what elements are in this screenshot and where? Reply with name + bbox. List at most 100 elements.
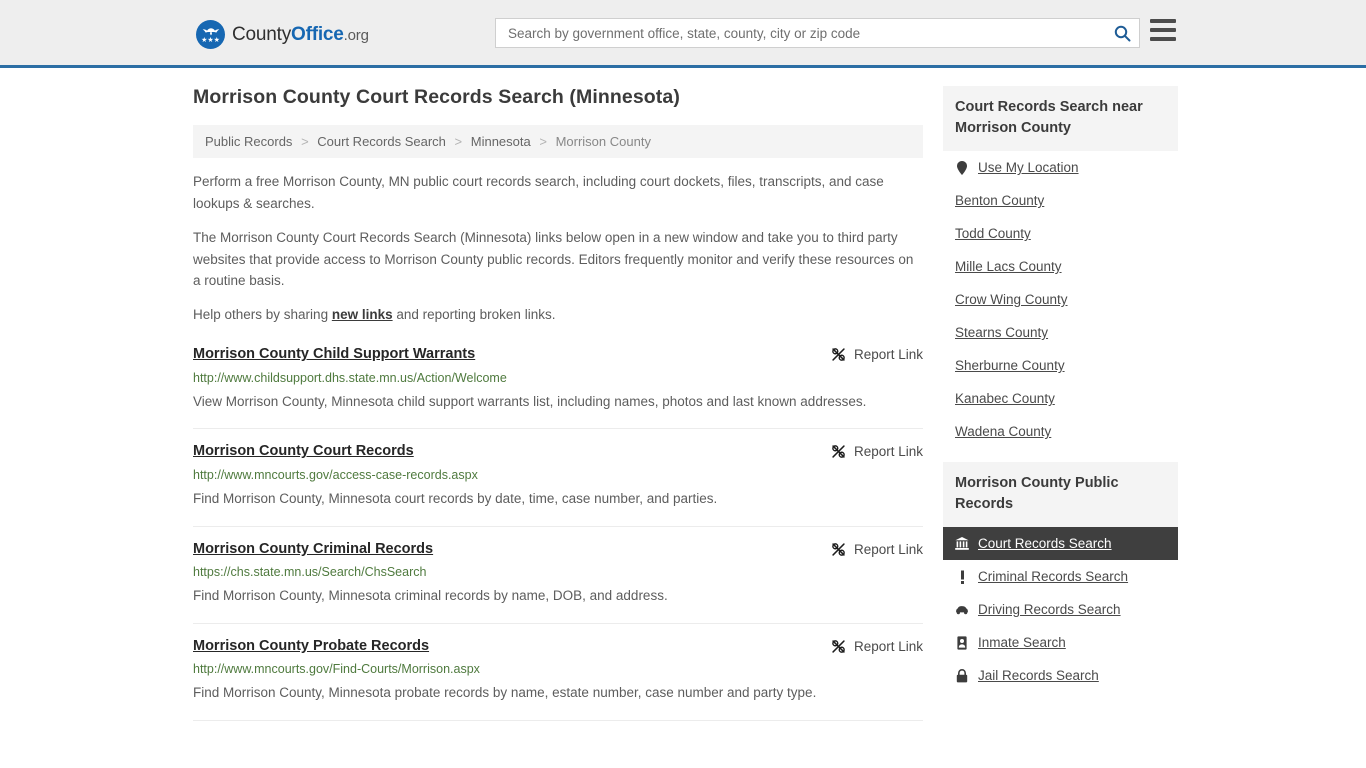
result-title-link[interactable]: Morrison County Child Support Warrants <box>193 346 475 363</box>
sidebar-item-todd-county[interactable]: Todd County <box>943 217 1178 250</box>
result-url: http://www.mncourts.gov/access-case-reco… <box>193 467 478 482</box>
result-header: Morrison County Child Support Warrants R… <box>193 346 923 363</box>
breadcrumb-item-3: Morrison County <box>555 134 651 149</box>
sidebar-item-stearns-county[interactable]: Stearns County <box>943 316 1178 349</box>
sidebar-item-label[interactable]: Mille Lacs County <box>955 259 1062 274</box>
menu-bar-1 <box>1150 19 1176 23</box>
breadcrumb-item-2[interactable]: Minnesota <box>471 134 531 149</box>
report-link-button[interactable]: Report Link <box>813 542 923 557</box>
result-title-link[interactable]: Morrison County Probate Records <box>193 638 429 655</box>
car-icon <box>955 602 969 617</box>
sidebar-item-label[interactable]: Wadena County <box>955 424 1051 439</box>
broken-link-icon <box>832 640 845 653</box>
result-header: Morrison County Court Records Report Lin… <box>193 443 923 460</box>
report-link-label: Report Link <box>853 347 923 363</box>
stars-glyph: ★★★ <box>201 37 220 44</box>
menu-bar-3 <box>1150 37 1176 41</box>
sidebar-item-label[interactable]: Todd County <box>955 226 1031 241</box>
intro-help-paragraph: Help others by sharing new links and rep… <box>193 304 923 326</box>
courthouse-icon <box>955 536 969 551</box>
sidebar-item-benton-county[interactable]: Benton County <box>943 184 1178 217</box>
logo-text-org: .org <box>343 26 369 44</box>
result-title-link[interactable]: Morrison County Court Records <box>193 443 414 460</box>
public-records-list: Court Records Search Criminal Records Se… <box>943 527 1178 692</box>
page-body: Morrison County Court Records Search (Mi… <box>0 68 1366 735</box>
sidebar-item-driving-records-search[interactable]: Driving Records Search <box>943 593 1178 626</box>
menu-bar-2 <box>1150 28 1176 32</box>
sidebar-item-label[interactable]: Criminal Records Search <box>978 569 1128 584</box>
sidebar-item-label[interactable]: Inmate Search <box>978 635 1066 650</box>
new-links-link[interactable]: new links <box>332 307 393 322</box>
sidebar-item-wadena-county[interactable]: Wadena County <box>943 415 1178 448</box>
breadcrumb: Public Records > Court Records Search > … <box>193 125 923 158</box>
breadcrumb-item-1[interactable]: Court Records Search <box>317 134 446 149</box>
sidebar-item-label[interactable]: Jail Records Search <box>978 668 1099 683</box>
result-url: http://www.childsupport.dhs.state.mn.us/… <box>193 370 507 385</box>
result-item: Morrison County Court Records Report Lin… <box>193 443 923 527</box>
exclamation-icon <box>955 569 969 584</box>
intro-paragraph-2: The Morrison County Court Records Search… <box>193 229 914 289</box>
id-badge-icon <box>955 635 969 650</box>
logo-text: CountyOffice.org <box>232 24 369 46</box>
public-records-panel: Morrison County Public Records Court Rec… <box>943 462 1178 692</box>
sidebar-item-label[interactable]: Benton County <box>955 193 1044 208</box>
intro-text: Perform a free Morrison County, MN publi… <box>193 171 923 326</box>
result-title-link[interactable]: Morrison County Criminal Records <box>193 541 433 558</box>
sidebar-item-label[interactable]: Driving Records Search <box>978 602 1121 617</box>
search-button[interactable] <box>1105 19 1139 47</box>
sidebar-item-label[interactable]: Stearns County <box>955 325 1048 340</box>
breadcrumb-separator-0: > <box>301 134 309 149</box>
public-records-panel-heading: Morrison County Public Records <box>943 462 1178 528</box>
result-item: Morrison County Probate Records Report L… <box>193 638 923 722</box>
broken-link-icon <box>832 542 845 556</box>
result-description: View Morrison County, Minnesota child su… <box>193 393 867 409</box>
result-item: Morrison County Criminal Records Report … <box>193 541 923 624</box>
report-link-button[interactable]: Report Link <box>813 347 923 362</box>
search-box[interactable] <box>495 18 1140 48</box>
breadcrumb-separator-1: > <box>454 134 463 149</box>
sidebar-item-use-my-location[interactable]: Use My Location <box>943 151 1178 184</box>
help-prefix: Help others by sharing <box>193 307 332 323</box>
breadcrumb-item-0[interactable]: Public Records <box>205 134 292 149</box>
sidebar-item-sherburne-county[interactable]: Sherburne County <box>943 349 1178 382</box>
search-input[interactable] <box>496 19 1105 47</box>
eagle-glyph <box>202 28 219 36</box>
site-header: ★★★ CountyOffice.org <box>0 0 1366 68</box>
sidebar-item-label[interactable]: Use My Location <box>978 160 1079 175</box>
broken-link-icon <box>832 445 845 459</box>
logo-text-office: Office <box>291 23 344 45</box>
sidebar-item-inmate-search[interactable]: Inmate Search <box>943 626 1178 659</box>
map-pin-icon <box>955 160 969 175</box>
hamburger-menu-icon[interactable] <box>1150 19 1176 41</box>
sidebar-item-crow-wing-county[interactable]: Crow Wing County <box>943 283 1178 316</box>
site-logo[interactable]: ★★★ CountyOffice.org <box>196 20 369 49</box>
report-link-label: Report Link <box>853 444 923 460</box>
nearby-panel: Court Records Search near Morrison Count… <box>943 86 1178 448</box>
sidebar-item-label[interactable]: Court Records Search <box>978 536 1112 551</box>
nearby-panel-heading: Court Records Search near Morrison Count… <box>943 86 1178 152</box>
result-header: Morrison County Criminal Records Report … <box>193 541 923 558</box>
sidebar-item-kanabec-county[interactable]: Kanabec County <box>943 382 1178 415</box>
report-link-button[interactable]: Report Link <box>813 444 923 459</box>
result-url: https://chs.state.mn.us/Search/ChsSearch <box>193 565 427 580</box>
page-title: Morrison County Court Records Search (Mi… <box>193 86 680 108</box>
sidebar-item-label[interactable]: Sherburne County <box>955 358 1065 373</box>
logo-text-county: County <box>232 23 292 45</box>
result-description: Find Morrison County, Minnesota criminal… <box>193 588 668 604</box>
result-description: Find Morrison County, Minnesota probate … <box>193 685 817 701</box>
sidebar-item-jail-records-search[interactable]: Jail Records Search <box>943 659 1178 692</box>
sidebar-item-criminal-records-search[interactable]: Criminal Records Search <box>943 560 1178 593</box>
sidebar-item-label[interactable]: Crow Wing County <box>955 292 1068 307</box>
intro-paragraph-1: Perform a free Morrison County, MN publi… <box>193 174 884 211</box>
eagle-seal-icon: ★★★ <box>196 20 225 49</box>
report-link-button[interactable]: Report Link <box>813 639 923 654</box>
lock-icon <box>955 668 969 683</box>
result-header: Morrison County Probate Records Report L… <box>193 638 923 655</box>
results-list: Morrison County Child Support Warrants R… <box>193 346 923 722</box>
sidebar-item-label[interactable]: Kanabec County <box>955 391 1055 406</box>
result-item: Morrison County Child Support Warrants R… <box>193 346 923 430</box>
report-link-label: Report Link <box>853 638 923 654</box>
sidebar-item-mille-lacs-county[interactable]: Mille Lacs County <box>943 250 1178 283</box>
report-link-label: Report Link <box>853 541 923 557</box>
sidebar-item-court-records-search[interactable]: Court Records Search <box>943 527 1178 561</box>
